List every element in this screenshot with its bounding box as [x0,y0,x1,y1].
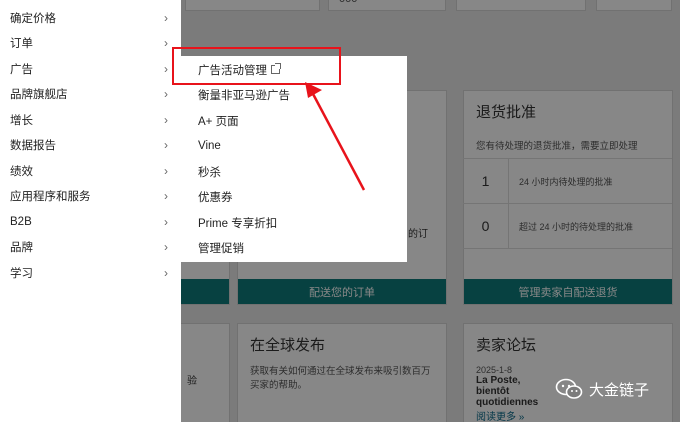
watermark-text: 大金链子 [589,381,650,399]
annotation-arrow [305,82,366,191]
wechat-icon [555,378,583,399]
watermark: 大金链子 [555,378,649,400]
